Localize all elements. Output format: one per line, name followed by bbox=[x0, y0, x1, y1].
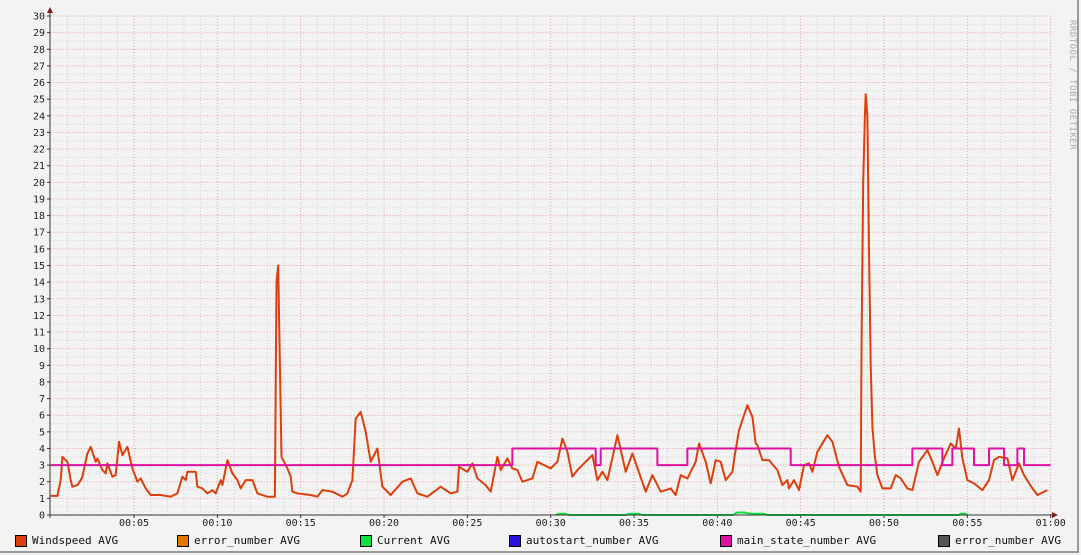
x-tick-label: 00:40 bbox=[702, 518, 732, 529]
y-tick-label: 3 bbox=[39, 461, 45, 472]
y-tick-label: 15 bbox=[33, 261, 45, 272]
rrd-chart: 0123456789101112131415161718192021222324… bbox=[33, 7, 1077, 529]
y-tick-label: 16 bbox=[33, 244, 45, 255]
legend-swatch bbox=[938, 534, 950, 547]
legend-swatch bbox=[720, 534, 732, 547]
legend-item: error_number AVG bbox=[177, 534, 300, 547]
y-tick-label: 29 bbox=[33, 28, 45, 39]
y-tick-label: 23 bbox=[33, 128, 45, 139]
y-tick-label: 18 bbox=[33, 211, 45, 222]
x-tick-label: 00:30 bbox=[536, 518, 566, 529]
x-tick-label: 00:35 bbox=[619, 518, 649, 529]
grid bbox=[50, 15, 1052, 515]
y-tick-label: 14 bbox=[33, 278, 45, 289]
legend-swatch bbox=[360, 534, 372, 547]
legend-item: main_state_number AVG bbox=[720, 534, 876, 547]
y-tick-label: 1 bbox=[39, 494, 45, 505]
y-tick-label: 4 bbox=[39, 444, 45, 455]
legend-label: error_number AVG bbox=[955, 534, 1061, 547]
y-tick-label: 11 bbox=[33, 328, 45, 339]
y-tick-label: 26 bbox=[33, 78, 45, 89]
y-axis-ticks: 0123456789101112131415161718192021222324… bbox=[33, 12, 50, 522]
x-tick-label: 00:15 bbox=[286, 518, 316, 529]
y-tick-label: 6 bbox=[39, 411, 45, 422]
legend-label: Current AVG bbox=[377, 534, 450, 547]
y-tick-label: 30 bbox=[33, 12, 45, 23]
y-tick-label: 21 bbox=[33, 161, 45, 172]
y-axis-arrow-icon bbox=[47, 7, 53, 13]
y-tick-label: 7 bbox=[39, 394, 45, 405]
x-tick-label: 00:45 bbox=[786, 518, 816, 529]
y-tick-label: 10 bbox=[33, 344, 45, 355]
legend-swatch bbox=[15, 534, 27, 547]
y-tick-label: 2 bbox=[39, 477, 45, 488]
legend-item: autostart_number AVG bbox=[509, 534, 658, 547]
legend-label: error_number AVG bbox=[194, 534, 300, 547]
y-tick-label: 22 bbox=[33, 145, 45, 156]
axes bbox=[47, 7, 1058, 518]
y-tick-label: 17 bbox=[33, 228, 45, 239]
x-tick-label: 00:05 bbox=[119, 518, 149, 529]
legend-swatch bbox=[509, 534, 521, 547]
y-tick-label: 12 bbox=[33, 311, 45, 322]
y-tick-label: 8 bbox=[39, 377, 45, 388]
watermark: RRDTOOL / TOBI OETIKER bbox=[1067, 20, 1077, 150]
legend-item: Current AVG bbox=[360, 534, 450, 547]
x-tick-label: 00:20 bbox=[369, 518, 399, 529]
y-tick-label: 13 bbox=[33, 294, 45, 305]
x-tick-label: 00:10 bbox=[202, 518, 232, 529]
legend-label: Windspeed AVG bbox=[32, 534, 119, 547]
legend-label: autostart_number AVG bbox=[526, 534, 659, 547]
x-tick-label: 01:00 bbox=[1036, 518, 1066, 529]
y-tick-label: 0 bbox=[39, 511, 45, 522]
legend-swatch bbox=[177, 534, 189, 547]
x-tick-label: 00:50 bbox=[869, 518, 899, 529]
y-tick-label: 5 bbox=[39, 427, 45, 438]
legend-item: error_number AVG bbox=[938, 534, 1061, 547]
y-tick-label: 28 bbox=[33, 45, 45, 56]
y-tick-label: 19 bbox=[33, 194, 45, 205]
x-axis-ticks: 00:05 00:10 00:15 00:20 00:25 00:30 00:35 00:40… bbox=[119, 515, 1066, 529]
legend-label: main_state_number AVG bbox=[737, 534, 877, 547]
y-tick-label: 24 bbox=[33, 111, 45, 122]
y-tick-label: 25 bbox=[33, 95, 45, 106]
y-tick-label: 20 bbox=[33, 178, 45, 189]
x-tick-label: 00:25 bbox=[452, 518, 482, 529]
legend-item: Windspeed AVG bbox=[15, 534, 118, 547]
y-tick-label: 9 bbox=[39, 361, 45, 372]
y-tick-label: 27 bbox=[33, 61, 45, 72]
x-tick-label: 00:55 bbox=[952, 518, 982, 529]
